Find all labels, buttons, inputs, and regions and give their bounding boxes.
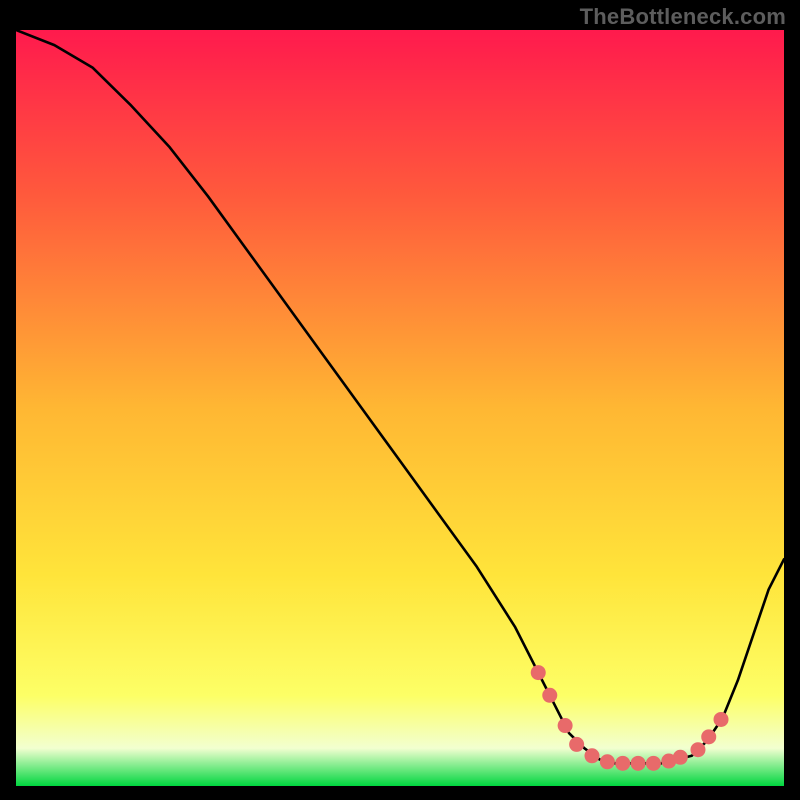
marker-dot [531,665,546,680]
marker-dot [673,750,688,765]
marker-dot [714,712,729,727]
gradient-background [16,30,784,786]
marker-dot [558,718,573,733]
marker-dot [646,756,661,771]
marker-dot [701,729,716,744]
chart-frame: TheBottleneck.com [0,0,800,800]
plot-area [16,30,784,786]
marker-dot [542,688,557,703]
marker-dot [690,742,705,757]
marker-dot [585,748,600,763]
marker-dot [569,737,584,752]
marker-dot [615,756,630,771]
bottleneck-chart [16,30,784,786]
marker-dot [631,756,646,771]
watermark-text: TheBottleneck.com [580,4,786,30]
marker-dot [600,754,615,769]
